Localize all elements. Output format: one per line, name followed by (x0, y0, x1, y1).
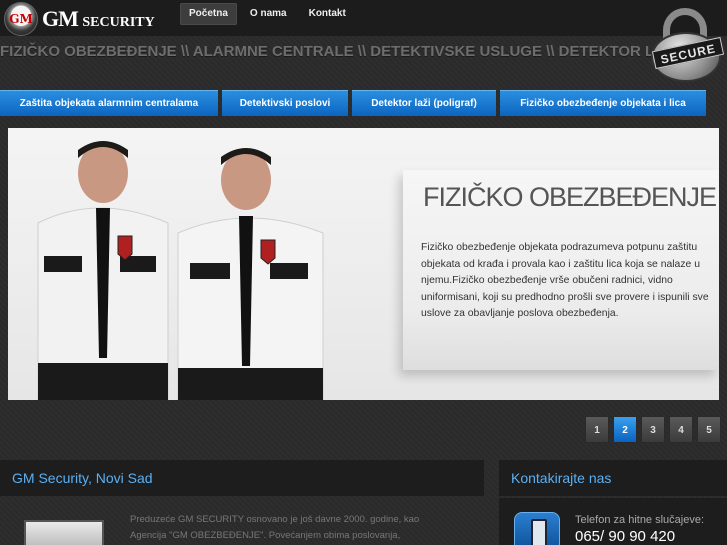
contact-heading: Kontakirajte nas (499, 460, 727, 496)
security-guards-image (37, 141, 324, 400)
menu-alarm-centrals[interactable]: Zaštita objekata alarmnim centralama (0, 90, 218, 116)
menu-polygraph[interactable]: Detektor laži (poligraf) (352, 90, 496, 116)
hero-slider: FIZIČKO OBEZBEĐENJE Fizičko obezbeđenje … (8, 128, 719, 400)
logo-main: GM (42, 6, 79, 31)
slider-pager: 1 2 3 4 5 (585, 416, 725, 443)
slide-description: Fizičko obezbeđenje objekata podrazumeva… (421, 242, 709, 319)
logo[interactable]: GM GM SECURITY (4, 2, 155, 36)
menu-detective[interactable]: Detektivski poslovi (222, 90, 348, 116)
slide-page-3[interactable]: 3 (641, 416, 665, 443)
about-heading: GM Security, Novi Sad (0, 460, 484, 496)
main-nav: Početna O nama Kontakt (180, 3, 359, 25)
nav-about[interactable]: O nama (241, 3, 296, 25)
slide-page-4[interactable]: 4 (669, 416, 693, 443)
logo-badge-icon: GM (4, 2, 38, 36)
top-header: GM GM SECURITY Početna O nama Kontakt (0, 0, 727, 36)
about-thumbnail-image (24, 520, 104, 545)
padlock-icon: SECURE (645, 4, 727, 86)
menu-physical-security[interactable]: Fizičko obezbeđenje objekata i lica (500, 90, 706, 116)
phone-icon (514, 512, 560, 545)
nav-home[interactable]: Početna (180, 3, 237, 25)
slide-page-5[interactable]: 5 (697, 416, 721, 443)
logo-text: GM SECURITY (42, 6, 155, 32)
emergency-phone-label: Telefon za hitne slučajeve: (575, 514, 705, 526)
services-menu: Zaštita objekata alarmnim centralama Det… (0, 90, 727, 116)
slide-caption-panel: FIZIČKO OBEZBEĐENJE Fizičko obezbeđenje … (403, 170, 719, 370)
nav-contact[interactable]: Kontakt (300, 3, 355, 25)
about-text: Preduzeće GM SECURITY osnovano je još da… (130, 514, 420, 541)
emergency-phone-number[interactable]: 065/ 90 90 420 (575, 528, 675, 545)
logo-sub: SECURITY (82, 15, 155, 30)
services-ticker: FIZIČKO OBEZBEĐENJE \\ ALARMNE CENTRALE … (0, 43, 660, 60)
slide-page-1[interactable]: 1 (585, 416, 609, 443)
slide-page-2[interactable]: 2 (613, 416, 637, 443)
slide-title: FIZIČKO OBEZBEĐENJE (423, 182, 717, 212)
